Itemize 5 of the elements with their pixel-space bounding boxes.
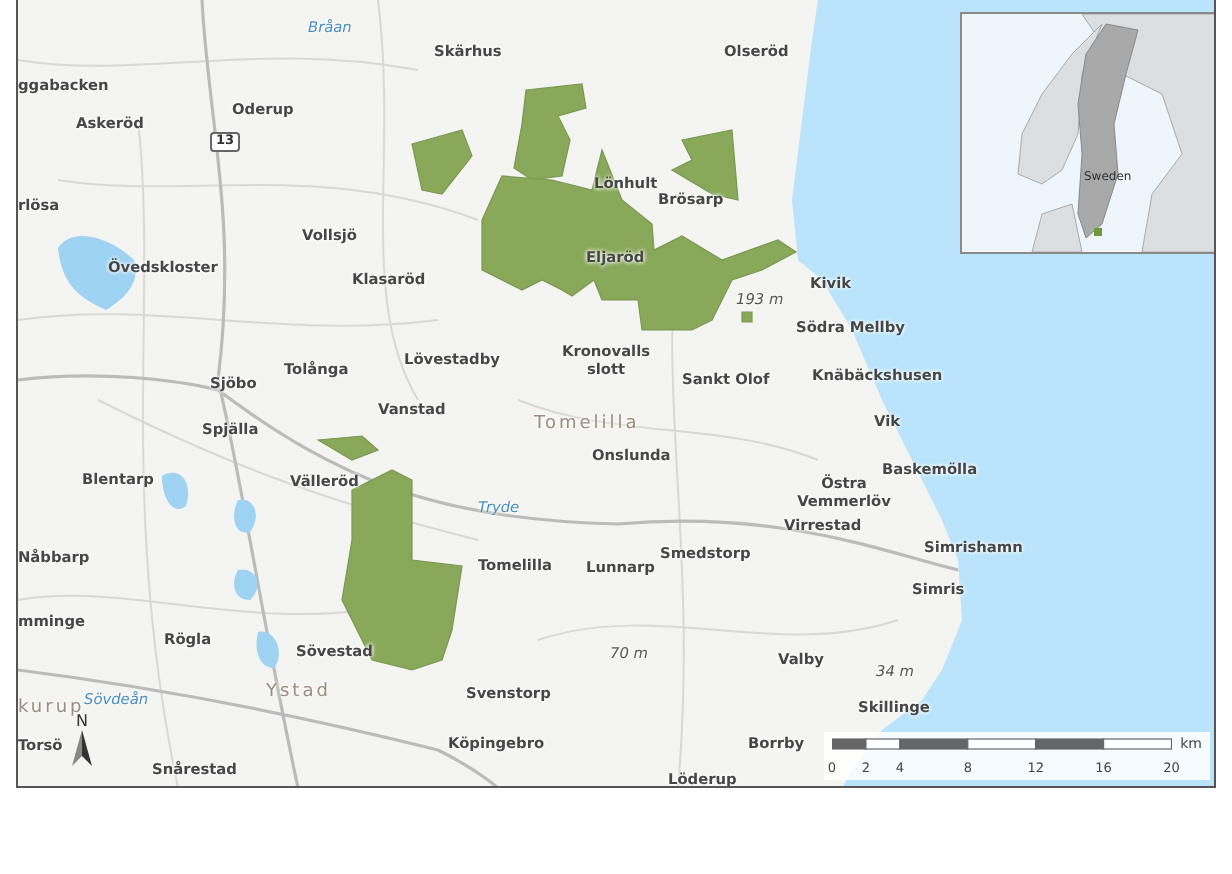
area-label: kurup: [18, 698, 85, 718]
area-label: Ystad: [266, 682, 331, 703]
north-label: N: [76, 712, 88, 730]
north-arrow-icon: [72, 730, 92, 766]
area-label: Tomelilla: [534, 414, 640, 435]
